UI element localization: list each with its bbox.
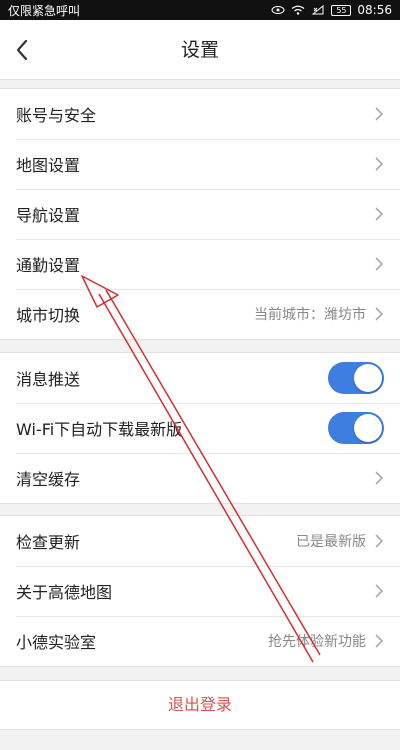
row-label: 检查更新	[16, 533, 81, 552]
toggle-knob	[354, 414, 382, 442]
chevron-right-icon	[375, 471, 384, 485]
nav-bar: 设置	[0, 20, 400, 80]
wifi-icon	[292, 5, 305, 15]
row-navigation-settings[interactable]: 导航设置	[0, 189, 400, 239]
clock: 08:56	[357, 3, 392, 17]
message-push-toggle[interactable]	[328, 362, 384, 394]
row-label: 账号与安全	[16, 106, 97, 125]
battery-icon: 55	[331, 4, 352, 16]
row-account-security[interactable]: 账号与安全	[0, 89, 400, 139]
update-status-value: 已是最新版	[296, 534, 366, 550]
back-button[interactable]	[8, 32, 36, 68]
signal-icon	[311, 5, 324, 15]
chevron-right-icon	[375, 207, 384, 221]
settings-group-about: 检查更新 已是最新版 关于高德地图 小德实验室 抢先体验新功能	[0, 515, 400, 667]
chevron-right-icon	[375, 257, 384, 271]
wifi-auto-download-toggle[interactable]	[328, 412, 384, 444]
row-about-amap[interactable]: 关于高德地图	[0, 566, 400, 616]
toggle-knob	[354, 364, 382, 392]
carrier-status-text: 仅限紧急呼叫	[8, 3, 81, 18]
status-bar: 仅限紧急呼叫 55 08:56	[0, 0, 400, 20]
chevron-right-icon	[375, 157, 384, 171]
row-label: 关于高德地图	[16, 583, 113, 602]
row-label: 通勤设置	[16, 256, 81, 275]
row-label: 消息推送	[16, 370, 81, 389]
row-label: 地图设置	[16, 156, 81, 175]
row-labs[interactable]: 小德实验室 抢先体验新功能	[0, 616, 400, 666]
status-icons: 55 08:56	[271, 3, 392, 17]
settings-group-account: 账号与安全 地图设置 导航设置 通勤设置 城市切换 当前城市：潍坊市	[0, 88, 400, 340]
chevron-right-icon	[375, 534, 384, 548]
chevron-right-icon	[375, 634, 384, 648]
row-label: 导航设置	[16, 206, 81, 225]
row-label: 城市切换	[16, 306, 81, 325]
chevron-right-icon	[375, 107, 384, 121]
row-city-switch[interactable]: 城市切换 当前城市：潍坊市	[0, 289, 400, 339]
chevron-right-icon	[375, 584, 384, 598]
settings-group-general: 消息推送 Wi-Fi下自动下载最新版 清空缓存	[0, 352, 400, 504]
eye-comfort-icon	[271, 6, 285, 14]
current-city-value: 当前城市：潍坊市	[254, 307, 366, 323]
row-map-settings[interactable]: 地图设置	[0, 139, 400, 189]
row-check-update[interactable]: 检查更新 已是最新版	[0, 516, 400, 566]
row-label: Wi-Fi下自动下载最新版	[16, 420, 183, 439]
row-label: 小德实验室	[16, 633, 97, 652]
row-message-push: 消息推送	[0, 353, 400, 403]
chevron-right-icon	[375, 307, 384, 321]
chevron-left-icon	[16, 39, 28, 61]
row-label: 清空缓存	[16, 470, 81, 489]
logout-button[interactable]: 退出登录	[0, 680, 400, 730]
row-clear-cache[interactable]: 清空缓存	[0, 453, 400, 503]
labs-value: 抢先体验新功能	[268, 634, 366, 650]
page-title: 设置	[180, 39, 219, 61]
row-commute-settings[interactable]: 通勤设置	[0, 239, 400, 289]
row-wifi-auto-download: Wi-Fi下自动下载最新版	[0, 403, 400, 453]
